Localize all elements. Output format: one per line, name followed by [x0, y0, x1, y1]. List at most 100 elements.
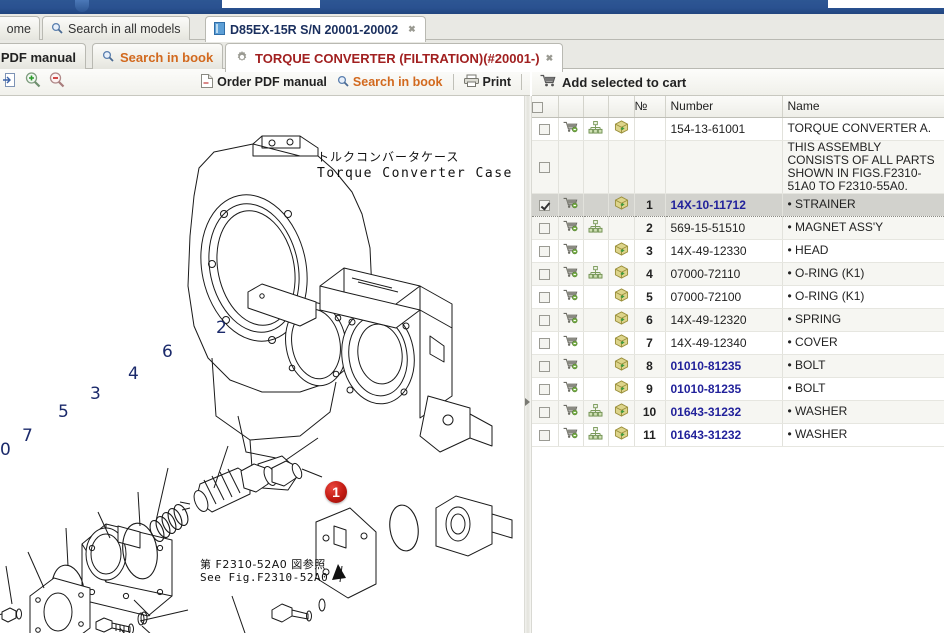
row-add-to-cart-cell[interactable]: [558, 117, 583, 140]
package-icon[interactable]: [614, 196, 629, 213]
selected-part-marker[interactable]: 1: [325, 481, 347, 503]
row-part-number-link[interactable]: 01010-81235: [671, 359, 742, 373]
row-add-to-cart-cell[interactable]: [558, 193, 583, 216]
cart-icon[interactable]: [563, 312, 578, 327]
print-button[interactable]: Print: [464, 74, 511, 90]
cart-icon[interactable]: [563, 358, 578, 373]
row-checkbox[interactable]: [539, 246, 550, 257]
row-checkbox[interactable]: [539, 292, 550, 303]
row-checkbox[interactable]: [539, 315, 550, 326]
tab-torque-converter-close-icon[interactable]: ✖: [546, 53, 554, 64]
row-select-cell[interactable]: [532, 308, 558, 331]
header-no-column[interactable]: №: [634, 96, 665, 117]
tree-icon[interactable]: [588, 427, 603, 443]
tab-home[interactable]: ome: [0, 16, 40, 41]
row-part-number-link[interactable]: 14X-10-11712: [671, 198, 746, 212]
cart-icon[interactable]: [563, 197, 578, 212]
table-row[interactable]: 801010-81235• BOLT: [532, 354, 944, 377]
row-checkbox[interactable]: [539, 361, 550, 372]
select-all-checkbox[interactable]: [532, 102, 543, 113]
table-row[interactable]: 1001643-31232• WASHER: [532, 400, 944, 423]
row-checkbox[interactable]: [539, 384, 550, 395]
package-icon[interactable]: [614, 380, 629, 397]
row-part-number-link[interactable]: 01643-31232: [671, 405, 742, 419]
row-add-to-cart-cell[interactable]: [558, 285, 583, 308]
row-select-cell[interactable]: [532, 400, 558, 423]
table-row[interactable]: 1101643-31232• WASHER: [532, 423, 944, 446]
row-select-cell[interactable]: [532, 193, 558, 216]
tab-torque-converter[interactable]: TORQUE CONVERTER (FILTRATION)(#20001-) ✖: [225, 43, 563, 72]
table-row[interactable]: THIS ASSEMBLY CONSISTS OF ALL PARTS SHOW…: [532, 140, 944, 193]
row-select-cell[interactable]: [532, 239, 558, 262]
cart-icon[interactable]: [563, 404, 578, 419]
row-add-to-cart-cell[interactable]: [558, 354, 583, 377]
row-checkbox[interactable]: [539, 223, 550, 234]
cart-icon[interactable]: [563, 243, 578, 258]
row-select-cell[interactable]: [532, 377, 558, 400]
row-select-cell[interactable]: [532, 423, 558, 446]
table-row[interactable]: 2569-15-51510• MAGNET ASS'Y: [532, 216, 944, 239]
table-row[interactable]: 901010-81235• BOLT: [532, 377, 944, 400]
row-add-to-cart-cell[interactable]: [558, 331, 583, 354]
parts-table-container[interactable]: № Number Name 154-13-61001TORQUE CONVERT…: [532, 96, 944, 447]
row-select-cell[interactable]: [532, 117, 558, 140]
tree-icon[interactable]: [588, 121, 603, 137]
row-part-number[interactable]: 14X-10-11712: [665, 193, 782, 216]
row-part-number-link[interactable]: 01643-31232: [671, 428, 742, 442]
cart-icon[interactable]: [563, 335, 578, 350]
row-part-number[interactable]: 14X-49-12320: [665, 308, 782, 331]
row-add-to-cart-cell[interactable]: [558, 262, 583, 285]
tab-search-all-models[interactable]: Search in all models: [42, 16, 190, 41]
tab-search-in-book[interactable]: Search in book: [92, 43, 223, 70]
package-icon[interactable]: [614, 265, 629, 282]
row-availability-cell[interactable]: [608, 423, 634, 446]
tab-model-d85ex[interactable]: D85EX-15R S/N 20001-20002 ✖: [205, 16, 426, 42]
row-availability-cell[interactable]: [608, 193, 634, 216]
cart-icon[interactable]: [563, 289, 578, 304]
package-icon[interactable]: [614, 403, 629, 420]
row-checkbox[interactable]: [539, 430, 550, 441]
row-part-number[interactable]: 01010-81235: [665, 377, 782, 400]
row-checkbox[interactable]: [539, 338, 550, 349]
row-add-to-cart-cell[interactable]: [558, 239, 583, 262]
package-icon[interactable]: [614, 242, 629, 259]
table-row[interactable]: 614X-49-12320• SPRING: [532, 308, 944, 331]
row-availability-cell[interactable]: [608, 285, 634, 308]
row-add-to-cart-cell[interactable]: [558, 377, 583, 400]
row-availability-cell[interactable]: [608, 239, 634, 262]
add-selected-to-cart-button[interactable]: Add selected to cart: [532, 69, 944, 96]
table-row[interactable]: 154-13-61001TORQUE CONVERTER A.: [532, 117, 944, 140]
row-part-number[interactable]: 14X-49-12340: [665, 331, 782, 354]
package-icon[interactable]: [614, 288, 629, 305]
splitter-collapse-arrow-icon[interactable]: [525, 398, 530, 406]
table-row[interactable]: 314X-49-12330• HEAD: [532, 239, 944, 262]
tree-icon[interactable]: [588, 266, 603, 282]
row-part-number[interactable]: 01643-31232: [665, 400, 782, 423]
cart-icon[interactable]: [563, 121, 578, 136]
zoom-out-icon[interactable]: [48, 71, 66, 94]
row-availability-cell[interactable]: [608, 117, 634, 140]
row-part-number[interactable]: 01643-31232: [665, 423, 782, 446]
cart-icon[interactable]: [563, 381, 578, 396]
cart-icon[interactable]: [563, 266, 578, 281]
row-select-cell[interactable]: [532, 354, 558, 377]
row-where-used-cell[interactable]: [583, 400, 608, 423]
package-icon[interactable]: [614, 334, 629, 351]
cart-icon[interactable]: [563, 427, 578, 442]
row-checkbox[interactable]: [539, 124, 550, 135]
row-part-number-link[interactable]: 01010-81235: [671, 382, 742, 396]
zoom-in-icon[interactable]: [24, 71, 42, 94]
row-select-cell[interactable]: [532, 262, 558, 285]
row-part-number[interactable]: 07000-72110: [665, 262, 782, 285]
row-availability-cell[interactable]: [608, 308, 634, 331]
row-availability-cell[interactable]: [608, 377, 634, 400]
row-part-number[interactable]: 14X-49-12330: [665, 239, 782, 262]
package-icon[interactable]: [614, 311, 629, 328]
table-row[interactable]: 507000-72100• O-RING (K1): [532, 285, 944, 308]
package-icon[interactable]: [614, 426, 629, 443]
header-number-column[interactable]: Number: [665, 96, 782, 117]
tab-model-close-icon[interactable]: ✖: [407, 24, 417, 35]
table-row[interactable]: 114X-10-11712• STRAINER: [532, 193, 944, 216]
row-select-cell[interactable]: [532, 140, 558, 193]
row-availability-cell[interactable]: [608, 354, 634, 377]
